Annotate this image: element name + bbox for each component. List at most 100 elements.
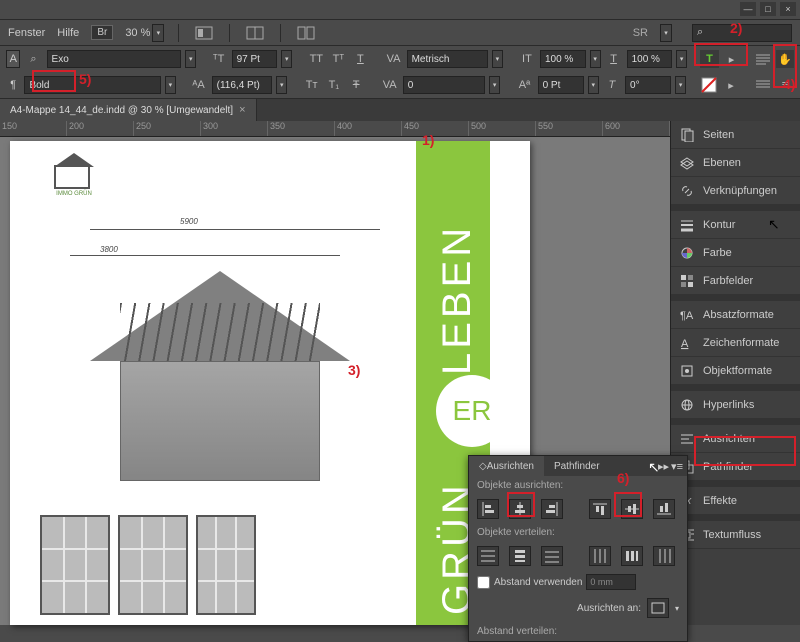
tracking-field[interactable]: 0 [403, 76, 485, 94]
smallcaps-icon[interactable]: Tᴛ [303, 76, 321, 94]
zoom-dropdown[interactable]: ▾ [152, 24, 164, 42]
annotation-5: 5) [79, 71, 91, 87]
char-mode-button[interactable]: A [6, 50, 20, 68]
subscript-icon[interactable]: T₁ [325, 76, 343, 94]
para-lines-icon[interactable] [754, 76, 772, 94]
align-to-dropdown[interactable] [647, 598, 669, 618]
menu-fenster[interactable]: Fenster [8, 27, 45, 39]
font-size-dropdown[interactable]: ▾ [281, 50, 292, 68]
arrange-documents-icon[interactable] [295, 24, 317, 42]
dist-hcenter-icon[interactable] [621, 546, 643, 566]
panel-item-color[interactable]: Farbe [671, 239, 800, 267]
swatches-icon [679, 274, 695, 288]
document-page[interactable]: IMMO GRÜN 5900 3800 [10, 141, 530, 625]
no-fill-icon[interactable] [700, 76, 718, 94]
skew-field[interactable]: 0° [625, 76, 671, 94]
window-close[interactable]: × [780, 2, 796, 16]
panel-item-label: Ebenen [703, 157, 741, 169]
underline-icon[interactable]: T [351, 50, 369, 68]
layers-icon [679, 156, 695, 170]
panel-item-stroke[interactable]: Kontur [671, 211, 800, 239]
stroke-icon [679, 218, 695, 232]
workspace-label[interactable]: SR [633, 27, 648, 39]
font-search-icon[interactable]: ⌕ [24, 50, 42, 68]
panel-item-obj-style[interactable]: Objektformate [671, 357, 800, 385]
spacing-field[interactable]: 0 mm [586, 574, 636, 590]
panel-item-links[interactable]: Verknüpfungen [671, 177, 800, 205]
tracking-icon: VA [381, 76, 399, 94]
panel-item-layers[interactable]: Ebenen [671, 149, 800, 177]
skew-dropdown[interactable]: ▾ [675, 76, 686, 94]
circle-badge: ER [436, 375, 508, 447]
tracking-dropdown[interactable]: ▾ [489, 76, 500, 94]
align-tab-ausrichten[interactable]: ◇ Ausrichten [469, 456, 544, 476]
strikethrough-icon[interactable]: Ŧ [347, 76, 365, 94]
hscale-field[interactable]: 100 % [627, 50, 673, 68]
view-options-icon[interactable] [193, 24, 215, 42]
font-family-field[interactable]: Exo [47, 50, 182, 68]
window-maximize[interactable]: □ [760, 2, 776, 16]
panel-item-textwrap[interactable]: Textumfluss [671, 521, 800, 549]
kerning-field[interactable]: Metrisch [407, 50, 488, 68]
window-minimize[interactable]: — [740, 2, 756, 16]
panel-item-label: Farbe [703, 247, 732, 259]
kerning-dropdown[interactable]: ▾ [492, 50, 503, 68]
dist-top-icon[interactable] [477, 546, 499, 566]
ruler-horizontal: 150 200 250 300 350 400 450 500 550 600 [0, 121, 670, 137]
dist-right-icon[interactable] [653, 546, 675, 566]
vscale-field[interactable]: 100 % [540, 50, 586, 68]
baseline-dropdown[interactable]: ▾ [588, 76, 599, 94]
align-icon [679, 432, 695, 446]
use-spacing-checkbox[interactable] [477, 576, 490, 589]
baseline-field[interactable]: 0 Pt [538, 76, 584, 94]
align-left-icon[interactable] [477, 499, 499, 519]
annotation-1: 1) [422, 132, 434, 148]
hscale-dropdown[interactable]: ▾ [676, 50, 687, 68]
panel-item-label: Textumfluss [703, 529, 761, 541]
allcaps-icon[interactable]: TT [307, 50, 325, 68]
panel-item-label: Kontur [703, 219, 735, 231]
panel-item-swatches[interactable]: Farbfelder [671, 267, 800, 295]
panel-item-hyper[interactable]: Hyperlinks [671, 391, 800, 419]
dist-bottom-icon[interactable] [541, 546, 563, 566]
obj-style-icon [679, 364, 695, 378]
menu-hilfe[interactable]: Hilfe [57, 27, 79, 39]
dist-vcenter-icon[interactable] [509, 546, 531, 566]
para-mode-button[interactable]: ¶ [6, 79, 20, 91]
panel-item-label: Zeichenformate [703, 337, 779, 349]
control-panel: A ⌕ Exo ▾ ᵀT 97 Pt ▾ TT Tᵀ T VA Metrisch… [0, 46, 800, 99]
document-tab-bar: A4-Mappe 14_44_de.indd @ 30 % [Umgewande… [0, 99, 800, 121]
panel-item-pages[interactable]: Seiten [671, 121, 800, 149]
font-size-field[interactable]: 97 Pt [232, 50, 278, 68]
dist-left-icon[interactable] [589, 546, 611, 566]
font-family-dropdown[interactable]: ▾ [185, 50, 196, 68]
align-right-icon[interactable] [541, 499, 563, 519]
links-icon [679, 184, 695, 198]
superscript-icon[interactable]: Tᵀ [329, 50, 347, 68]
workspace-dropdown[interactable]: ▾ [660, 24, 672, 42]
spacing-section-label: Abstand verteilen: [469, 622, 687, 641]
close-tab-icon[interactable]: × [239, 104, 245, 116]
paragraph-panel-icon[interactable] [754, 50, 772, 68]
zoom-level[interactable]: 30 % [125, 27, 150, 39]
leading-dropdown[interactable]: ▾ [276, 76, 287, 94]
screen-mode-icon[interactable] [244, 24, 266, 42]
leading-field[interactable]: (116,4 Pt) [212, 76, 273, 94]
align-panel[interactable]: ◇ Ausrichten Pathfinder ▸▸ ▾≡ Objekte au… [468, 455, 688, 642]
submenu-2-icon[interactable]: ▸ [722, 76, 740, 94]
use-spacing-label: Abstand verwenden [494, 577, 582, 588]
align-top-icon[interactable] [589, 499, 611, 519]
document-tab[interactable]: A4-Mappe 14_44_de.indd @ 30 % [Umgewande… [0, 99, 257, 121]
document-tab-label: A4-Mappe 14_44_de.indd @ 30 % [Umgewande… [10, 105, 233, 116]
panel-item-para-style[interactable]: ¶AAbsatzformate [671, 301, 800, 329]
app-menubar: Fenster Hilfe Br 30 % ▾ SR ▾ ⌕ [0, 20, 800, 46]
bridge-badge[interactable]: Br [91, 25, 113, 40]
panel-menu-icon[interactable]: ▾≡ [671, 460, 683, 473]
panel-item-label: Objektformate [703, 365, 772, 377]
font-weight-dropdown[interactable]: ▾ [165, 76, 176, 94]
vscale-dropdown[interactable]: ▾ [590, 50, 601, 68]
panel-item-fx[interactable]: fxEffekte [671, 487, 800, 515]
panel-item-char-style[interactable]: AZeichenformate [671, 329, 800, 357]
align-bottom-icon[interactable] [653, 499, 675, 519]
align-tab-pathfinder[interactable]: Pathfinder [544, 456, 610, 476]
